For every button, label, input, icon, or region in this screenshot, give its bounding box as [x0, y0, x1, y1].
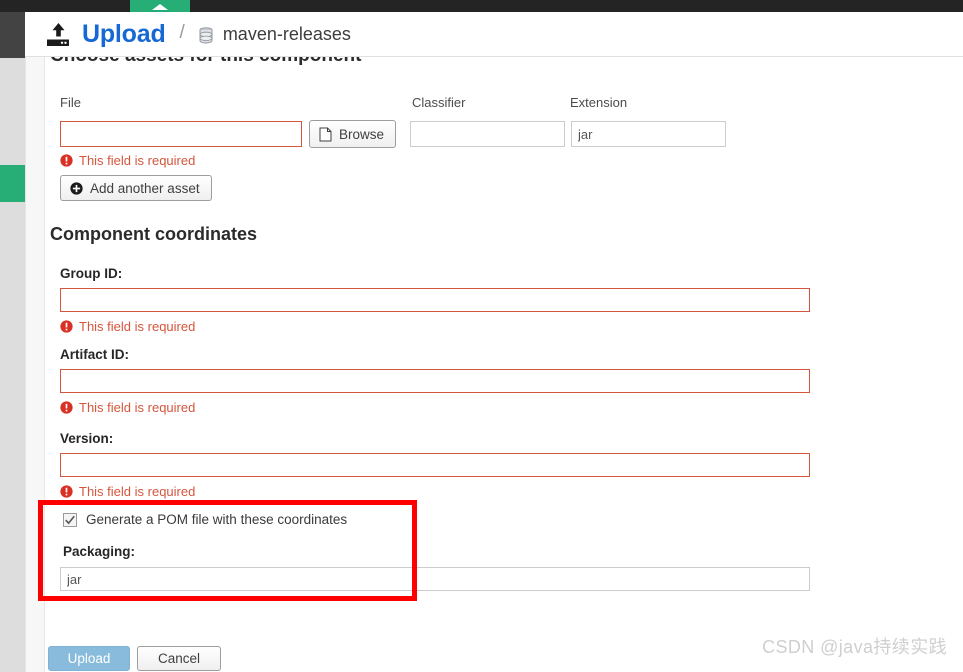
caret-up-icon: [152, 4, 168, 10]
version-error-message: This field is required: [60, 484, 195, 499]
error-icon: [60, 320, 73, 333]
coordinates-section-title: Component coordinates: [50, 224, 258, 244]
database-icon: [199, 26, 213, 43]
asset-row: Browse: [60, 120, 760, 148]
extension-input[interactable]: [571, 121, 726, 147]
assets-section-title: Choose assets for this component: [50, 57, 361, 67]
version-error-text: This field is required: [79, 484, 196, 499]
add-another-asset-button[interactable]: Add another asset: [60, 175, 212, 201]
packaging-input[interactable]: [60, 567, 810, 591]
generate-pom-label: Generate a POM file with these coordinat…: [86, 512, 348, 527]
version-label: Version:: [60, 431, 114, 446]
watermark: CSDN @java持续实践: [762, 637, 947, 657]
browser-top-strip: [0, 0, 963, 12]
version-input[interactable]: [60, 453, 810, 477]
group-id-error-message: This field is required: [60, 319, 195, 334]
browse-button-label: Browse: [339, 126, 385, 142]
sidebar-header-block: [0, 12, 25, 58]
page-gutter: [26, 57, 45, 672]
sidebar-active-indicator[interactable]: [0, 165, 25, 202]
file-error-text: This field is required: [79, 153, 196, 168]
column-header-extension: Extension: [570, 95, 628, 110]
browse-button[interactable]: Browse: [309, 120, 397, 148]
breadcrumb-repository[interactable]: maven-releases: [223, 24, 351, 45]
column-header-file: File: [60, 95, 81, 110]
sidebar-rail: [0, 58, 25, 672]
error-icon: [60, 154, 73, 167]
file-page-icon: [319, 127, 332, 141]
file-input[interactable]: [60, 121, 302, 147]
upload-form: Choose assets for this component File Cl…: [45, 57, 963, 672]
asset-column-headers: File Classifier Extension: [60, 95, 760, 111]
upload-icon: [47, 23, 69, 46]
error-icon: [60, 401, 73, 414]
group-id-error-text: This field is required: [79, 319, 196, 334]
artifact-id-error-text: This field is required: [79, 400, 196, 415]
page-title: Upload: [82, 19, 166, 48]
group-id-label: Group ID:: [60, 266, 123, 281]
upload-page: Upload / maven-releases Choose assets fo…: [0, 0, 963, 672]
group-id-input[interactable]: [60, 288, 810, 312]
column-header-classifier: Classifier: [412, 95, 466, 110]
generate-pom-row[interactable]: Generate a POM file with these coordinat…: [63, 512, 347, 527]
artifact-id-label: Artifact ID:: [60, 347, 130, 362]
upload-submit-button[interactable]: Upload: [48, 646, 130, 671]
browser-active-tab[interactable]: [130, 0, 190, 12]
cancel-button[interactable]: Cancel: [137, 646, 221, 671]
breadcrumb-separator: /: [179, 22, 185, 43]
packaging-label: Packaging:: [63, 544, 136, 559]
add-another-asset-label: Add another asset: [90, 180, 200, 196]
page-header: Upload / maven-releases: [25, 12, 963, 57]
generate-pom-checkbox[interactable]: [63, 512, 77, 527]
artifact-id-input[interactable]: [60, 369, 810, 393]
artifact-id-error-message: This field is required: [60, 400, 195, 415]
classifier-input[interactable]: [410, 121, 565, 147]
plus-circle-icon: [70, 181, 83, 195]
file-error-message: This field is required: [60, 153, 195, 168]
error-icon: [60, 485, 73, 498]
